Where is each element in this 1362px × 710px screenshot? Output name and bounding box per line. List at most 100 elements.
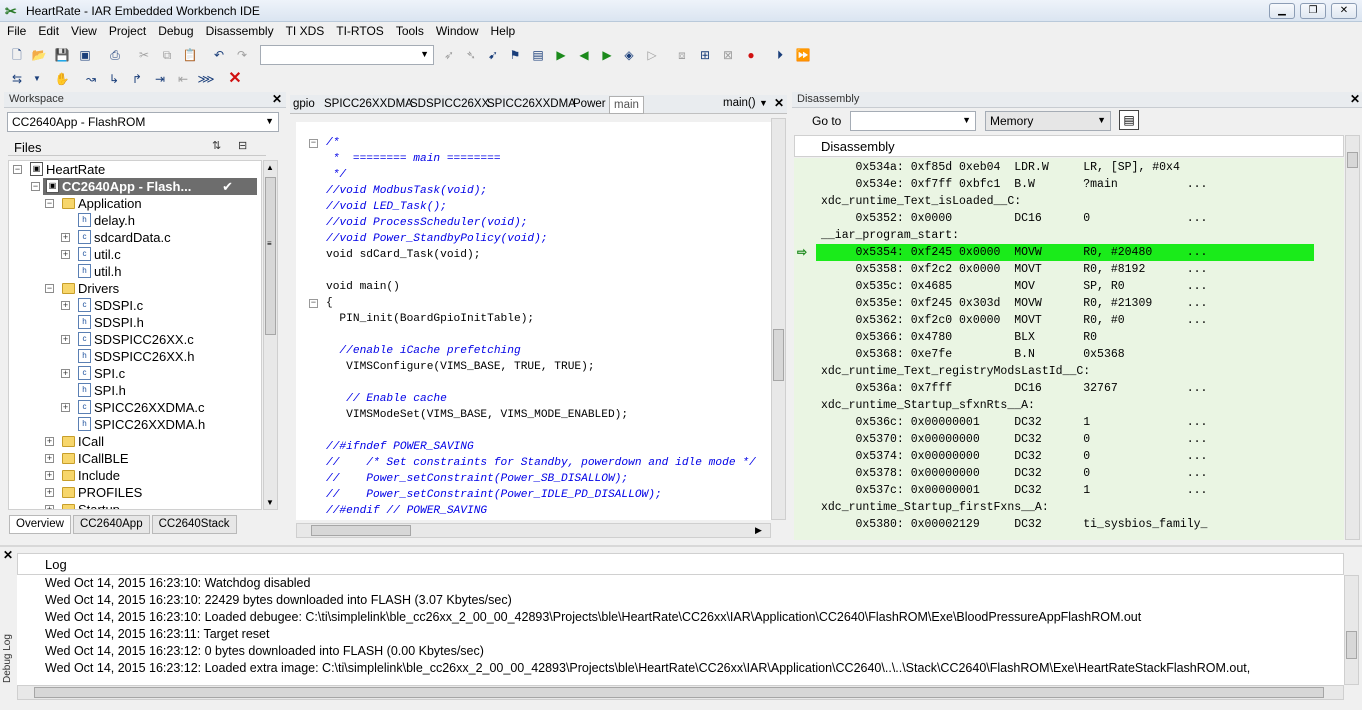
tree-item[interactable]: + Include xyxy=(9,467,261,484)
step-out-icon[interactable]: ↱ xyxy=(128,70,146,88)
open-file-icon[interactable]: 📂 xyxy=(30,46,48,64)
goto-input[interactable]: ▼ xyxy=(850,111,976,131)
new-file-icon[interactable]: 🗋 xyxy=(8,46,26,64)
paste-icon[interactable]: 📋 xyxy=(181,46,199,64)
go-icon[interactable]: ⋙ xyxy=(197,70,215,88)
tree-item[interactable]: h SPI.h xyxy=(9,382,261,399)
disassembly-listing[interactable]: 0x534a: 0xf85d 0xeb04 LDR.W LR, [SP], #0… xyxy=(794,158,1344,540)
menu-disassembly[interactable]: Disassembly xyxy=(199,22,279,38)
expander-icon[interactable]: + xyxy=(45,471,54,480)
debug-no-download-icon[interactable]: ⏩ xyxy=(794,46,812,64)
chevron-down-icon[interactable]: ▼ xyxy=(28,70,46,88)
find-prev-icon[interactable]: ➴ xyxy=(462,46,480,64)
scroll-thumb[interactable] xyxy=(773,329,784,381)
compile-icon[interactable]: ⧈ xyxy=(673,46,691,64)
editor-vscrollbar[interactable] xyxy=(771,118,786,520)
memory-select[interactable]: Memory ▼ xyxy=(985,111,1111,131)
menu-window[interactable]: Window xyxy=(429,22,484,38)
tree-item[interactable]: h delay.h xyxy=(9,212,261,229)
close-window-button[interactable]: ✕ xyxy=(1331,3,1357,19)
menu-tools[interactable]: Tools xyxy=(389,22,429,38)
config-select[interactable]: CC2640App - FlashROM ▼ xyxy=(7,112,279,132)
expander-icon[interactable]: + xyxy=(45,454,54,463)
stop-build-icon[interactable]: ⊠ xyxy=(719,46,737,64)
code-area[interactable]: /* * ======== main ======== */ //void Mod… xyxy=(296,122,771,520)
close-icon[interactable]: ✕ xyxy=(1350,92,1360,106)
log-hscrollbar[interactable] xyxy=(17,685,1344,700)
tree-item[interactable]: + Startup xyxy=(9,501,261,509)
find-next-icon[interactable]: ➶ xyxy=(440,46,458,64)
scroll-thumb[interactable] xyxy=(1346,631,1357,659)
menu-help[interactable]: Help xyxy=(484,22,521,38)
tree-item[interactable]: h SPICC26XXDMA.h xyxy=(9,416,261,433)
chevron-down-icon[interactable]: ▼ xyxy=(759,98,768,108)
tab-sdspicc26xx[interactable]: SDSPICC26XX xyxy=(410,98,489,110)
next-bookmark-icon[interactable]: ▶ xyxy=(552,46,570,64)
tab-spicc26xxdma-2[interactable]: SPICC26XXDMA xyxy=(487,98,576,110)
tree-item[interactable]: − Drivers xyxy=(9,280,261,297)
tree-item[interactable]: + PROFILES xyxy=(9,484,261,501)
tab-cc2640app[interactable]: CC2640App xyxy=(72,515,150,534)
tab-main[interactable]: main xyxy=(609,96,644,114)
tab-overview[interactable]: Overview xyxy=(9,515,71,534)
tree-item[interactable]: + c sdcardData.c xyxy=(9,229,261,246)
options-icon[interactable]: ▤ xyxy=(1119,110,1139,130)
options-icon[interactable]: ⊟ xyxy=(238,139,247,152)
expander-icon[interactable]: + xyxy=(45,505,54,509)
minimize-button[interactable]: ▁ xyxy=(1269,3,1295,19)
close-icon[interactable]: ✕ xyxy=(272,92,282,106)
tree-item[interactable]: + c SDSPICC26XX.c xyxy=(9,331,261,348)
next-statement-icon[interactable]: ⇥ xyxy=(151,70,169,88)
tree-item[interactable]: h util.h xyxy=(9,263,261,280)
back-icon[interactable]: ◀ xyxy=(575,46,593,64)
tree-scrollbar[interactable]: ≡ ▲ ▼ xyxy=(263,160,278,510)
expander-icon[interactable]: + xyxy=(61,301,70,310)
close-icon[interactable]: ✕ xyxy=(3,548,13,562)
step-icon[interactable]: ▷ xyxy=(643,46,661,64)
menu-view[interactable]: View xyxy=(64,22,102,38)
undo-icon[interactable]: ↶ xyxy=(210,46,228,64)
tab-cc2640stack[interactable]: CC2640Stack xyxy=(151,515,237,534)
scroll-down-icon[interactable]: ▼ xyxy=(266,498,274,507)
menu-tirtos[interactable]: TI-RTOS xyxy=(329,22,389,38)
save-icon[interactable]: 💾 xyxy=(53,46,71,64)
download-debug-icon[interactable]: ⏵ xyxy=(771,46,789,64)
tree-item[interactable]: − ▣ HeartRate xyxy=(9,161,261,178)
print-icon[interactable]: ⎙ xyxy=(106,46,124,64)
redo-icon[interactable]: ↷ xyxy=(233,46,251,64)
save-all-icon[interactable]: ▣ xyxy=(76,46,94,64)
forward-icon[interactable]: ▶ xyxy=(598,46,616,64)
tree-item[interactable]: + c SDSPI.c xyxy=(9,297,261,314)
close-icon[interactable]: ✕ xyxy=(774,96,784,110)
log-body[interactable]: Wed Oct 14, 2015 16:23:10: Watchdog disa… xyxy=(17,575,1344,685)
tree-item[interactable]: h SDSPICC26XX.h xyxy=(9,348,261,365)
tree-item[interactable]: + ICallBLE xyxy=(9,450,261,467)
menu-debug[interactable]: Debug xyxy=(151,22,198,38)
cut-icon[interactable]: ✂ xyxy=(135,46,153,64)
tab-gpio[interactable]: gpio xyxy=(293,98,315,110)
menu-tixds[interactable]: TI XDS xyxy=(279,22,330,38)
fold-icon[interactable]: − xyxy=(309,139,318,148)
scroll-up-icon[interactable]: ▲ xyxy=(266,163,274,172)
expander-icon[interactable]: − xyxy=(13,165,22,174)
step-over-icon[interactable]: ↝ xyxy=(82,70,100,88)
expander-icon[interactable]: + xyxy=(61,369,70,378)
editor-hscrollbar[interactable]: ▶ xyxy=(296,523,771,538)
fold-icon[interactable]: − xyxy=(309,299,318,308)
stop-debugging-icon[interactable]: ✕ xyxy=(226,70,244,88)
tree-item[interactable]: − ▣ CC2640App - Flash... ✔ xyxy=(31,178,257,195)
log-vscrollbar[interactable] xyxy=(1344,575,1359,685)
expander-icon[interactable]: + xyxy=(61,403,70,412)
break-icon[interactable]: ✋ xyxy=(53,70,71,88)
find-combo[interactable]: ▼ xyxy=(260,45,434,65)
goto-icon[interactable]: ➹ xyxy=(484,46,502,64)
tab-power[interactable]: Power xyxy=(573,98,606,110)
breakpoint-icon[interactable]: ● xyxy=(742,46,760,64)
browse-icon[interactable]: ◈ xyxy=(620,46,638,64)
tree-item[interactable]: + c SPICC26XXDMA.c xyxy=(9,399,261,416)
scroll-thumb[interactable] xyxy=(311,525,411,536)
function-dropdown[interactable]: main() xyxy=(723,97,756,109)
expander-icon[interactable]: − xyxy=(45,199,54,208)
scroll-thumb[interactable] xyxy=(34,687,1324,698)
expander-icon[interactable]: − xyxy=(45,284,54,293)
